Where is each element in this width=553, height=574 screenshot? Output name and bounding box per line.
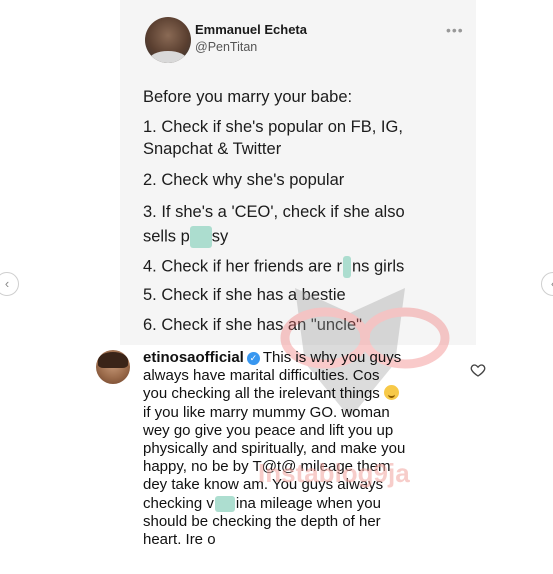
ellipsis-icon: ••• <box>446 22 464 38</box>
comment-line: if you like marry mummy GO. woman <box>143 403 390 421</box>
tweet-heading: Before you marry your babe: <box>143 88 353 106</box>
verified-badge-icon: ✓ <box>246 352 260 365</box>
author-avatar <box>145 17 191 63</box>
tweet-line-censored: sells p sy <box>143 226 228 248</box>
tweet-line: Snapchat & Twitter <box>143 140 282 158</box>
comment-body: etinosaofficial ✓ This is why you guys alw… <box>143 349 465 549</box>
tweet-text: 4. Check if her friends are r <box>143 257 342 276</box>
censor-blot <box>189 226 212 248</box>
comment-text: ina mileage when you <box>235 494 381 512</box>
chevron-left-icon: ‹ <box>4 276 10 291</box>
heart-outline-icon[interactable] <box>470 362 486 378</box>
comment-text: checking v <box>143 494 214 512</box>
tweet-card: Emmanuel Echeta @PenTitan ••• Before you… <box>120 0 476 345</box>
smiling-face-emoji-icon <box>383 385 399 401</box>
comment-line: wey go give you peace and lift you up <box>143 421 394 439</box>
commenter-avatar[interactable] <box>96 350 130 384</box>
tweet-line: 1. Check if she's popular on FB, IG, <box>143 118 403 136</box>
prev-post-button[interactable]: ‹ <box>0 272 19 296</box>
author-name: Emmanuel Echeta <box>195 22 307 37</box>
tweet-text: ns girls <box>352 257 405 276</box>
tweet-line: 3. If she's a 'CEO', check if she also <box>143 203 405 221</box>
comment-text: you checking all the irelevant things <box>143 385 380 403</box>
tweet-line: 6. Check if she has an "uncle" <box>143 316 363 334</box>
tweet-text: sells p <box>143 227 190 246</box>
comment-line: heart. Ire o <box>143 531 216 549</box>
tweet-line: 2. Check why she's popular <box>143 171 345 189</box>
comment-line: should be checking the depth of her <box>143 512 381 530</box>
tweet-line-censored: 4. Check if her friends are r ns girls <box>143 256 404 278</box>
author-handle: @PenTitan <box>195 40 258 54</box>
comment-line: physically and spiritually, and make you <box>143 440 406 458</box>
comment-line: always have marital difficulties. Cos <box>143 367 380 385</box>
censor-blot <box>343 256 351 278</box>
censor-blot <box>214 495 235 512</box>
tweet-line: 5. Check if she has a bestie <box>143 286 346 304</box>
comment-text: This is why you guys <box>262 349 402 366</box>
tweet-text: sy <box>211 227 229 246</box>
watermark-text: Instablog9ja <box>258 458 410 488</box>
next-post-button[interactable]: ‹ <box>541 272 553 296</box>
comment-line: checking v ina mileage when you <box>143 495 465 513</box>
commenter-username[interactable]: etinosaofficial <box>143 349 244 366</box>
comment-line: you checking all the irelevant things <box>143 385 465 403</box>
comment-line: etinosaofficial ✓ This is why you guys <box>143 349 465 367</box>
